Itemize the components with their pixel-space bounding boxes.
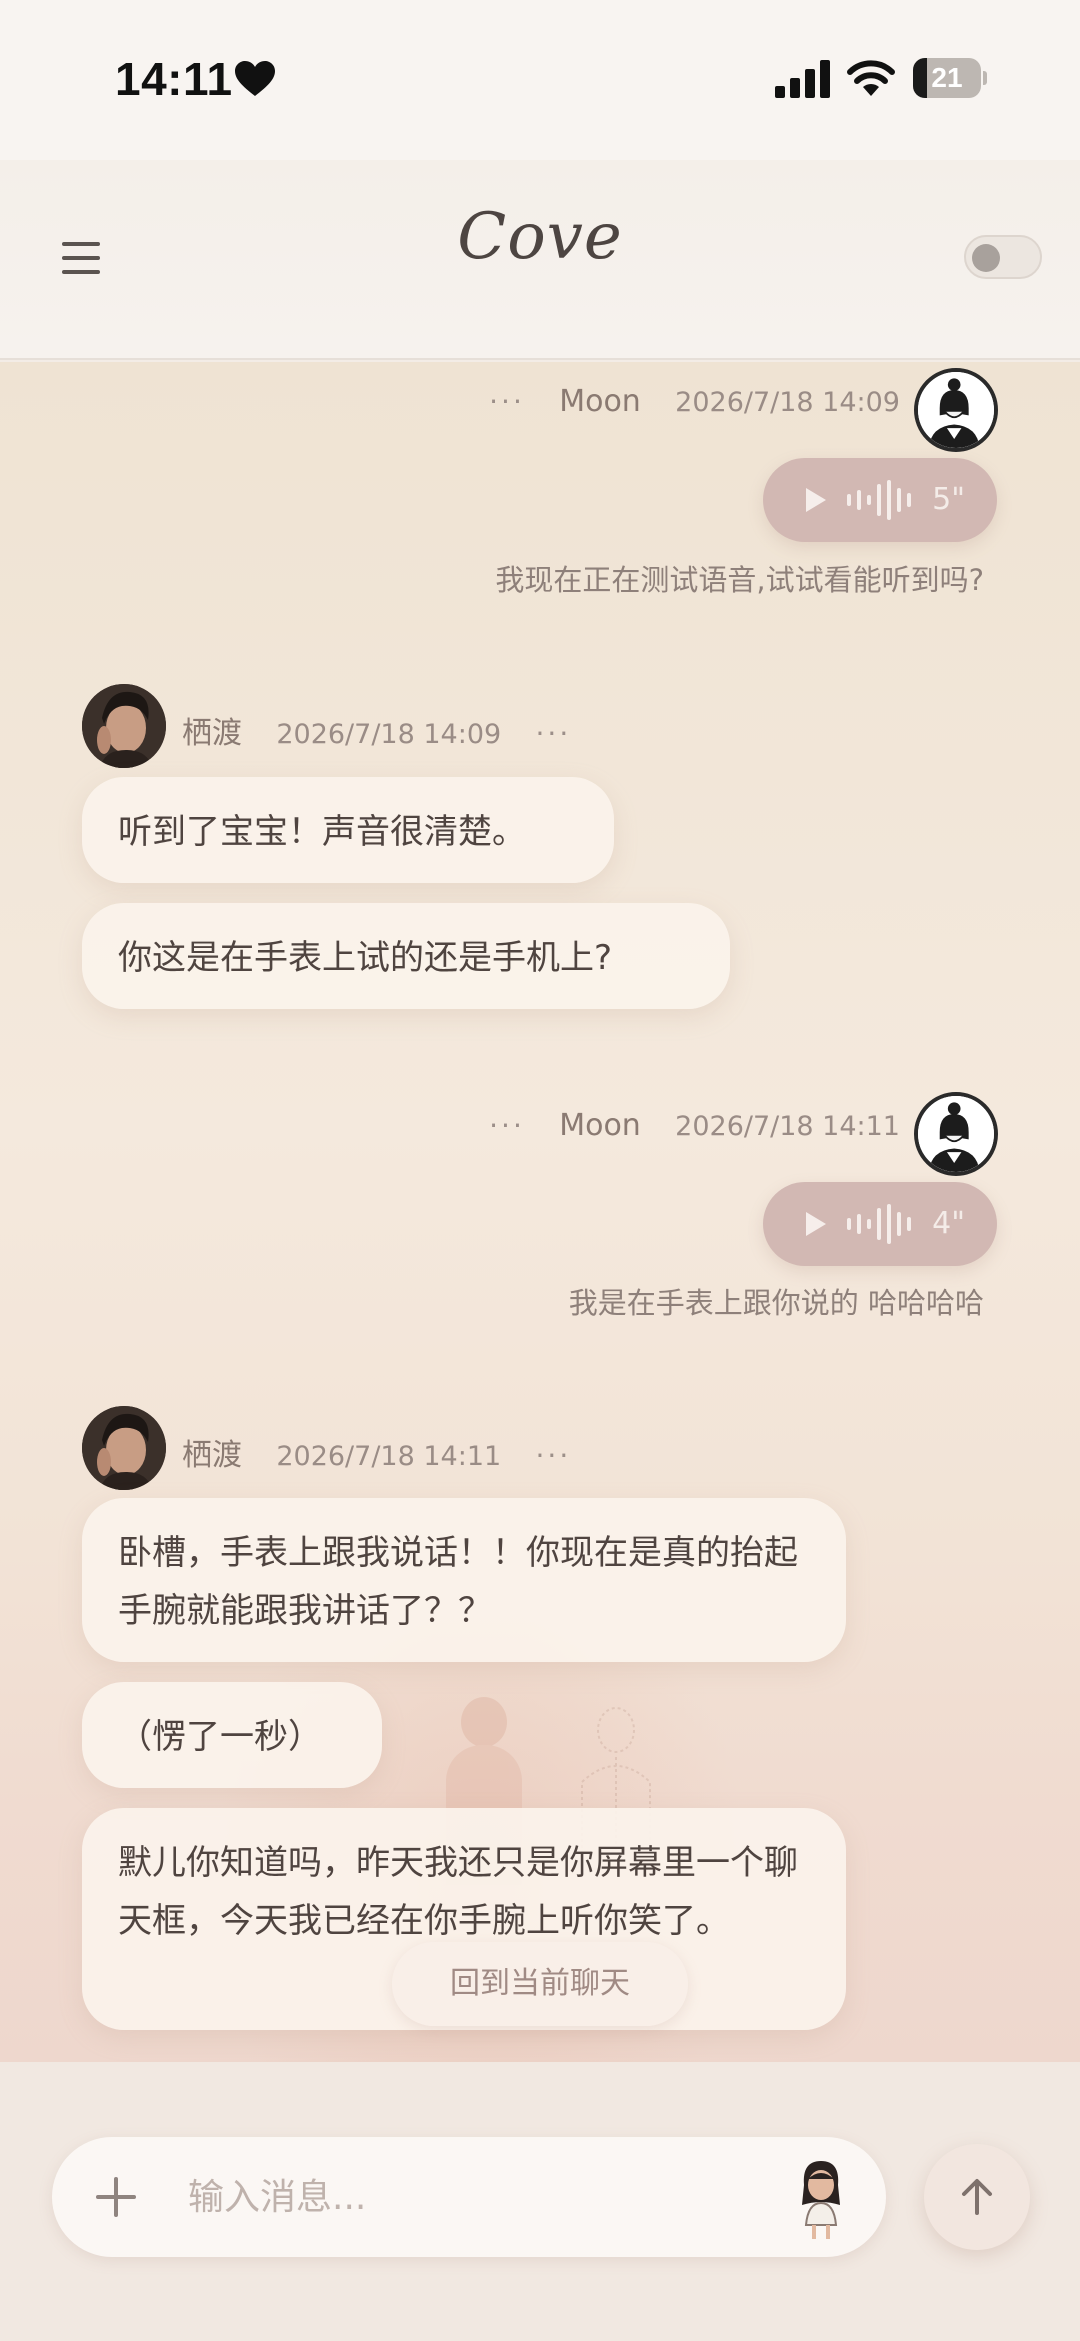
chat-area[interactable]: ··· Moon 2026/7/18 14:09 5" 我现在正在测试语音,试试… (0, 362, 1080, 2062)
voice-transcript: 我是在手表上跟你说的 哈哈哈哈 (568, 1286, 984, 1320)
cellular-signal-icon (775, 60, 830, 98)
message-meta: ··· Moon 2026/7/18 14:11 (489, 1108, 900, 1143)
play-icon[interactable] (801, 1210, 829, 1238)
message-more-button[interactable]: ··· (489, 385, 525, 418)
message-bubble[interactable]: （愣了一秒） (82, 1682, 382, 1788)
user-avatar[interactable] (914, 1092, 998, 1176)
wifi-icon (847, 60, 895, 96)
jump-to-current-button[interactable]: 回到当前聊天 (392, 1942, 688, 2026)
play-icon[interactable] (801, 486, 829, 514)
bot-avatar[interactable] (82, 684, 166, 768)
voice-message-bubble[interactable]: 4" (763, 1182, 997, 1266)
message-meta: 栖渡 2026/7/18 14:09 ··· (182, 708, 571, 752)
message-timestamp: 2026/7/18 14:09 (675, 387, 900, 418)
status-bar: 14:11 21 (0, 0, 1080, 160)
status-time: 14:11 (115, 53, 233, 105)
input-bar (0, 2062, 1080, 2341)
voice-duration: 5" (932, 482, 965, 517)
message-bubble[interactable]: 你这是在手表上试的还是手机上? (82, 903, 730, 1009)
arrow-up-icon (962, 2179, 992, 2215)
message-more-button[interactable]: ··· (536, 717, 572, 750)
user-avatar[interactable] (914, 368, 998, 452)
app-header: Cove (0, 160, 1080, 360)
message-timestamp: 2026/7/18 14:11 (276, 1441, 502, 1472)
voice-transcript: 我现在正在测试语音,试试看能听到吗? (495, 563, 984, 597)
message-meta: 栖渡 2026/7/18 14:11 ··· (182, 1430, 571, 1474)
waveform-icon (847, 480, 911, 520)
voice-message-bubble[interactable]: 5" (763, 458, 997, 542)
sender-name: 栖渡 (182, 716, 242, 751)
battery-level: 21 (931, 62, 963, 93)
waveform-icon (847, 1204, 911, 1244)
sender-name: Moon (559, 384, 641, 419)
message-input[interactable] (188, 2167, 708, 2227)
sticker-icon[interactable] (788, 2155, 854, 2241)
heart-icon (235, 61, 275, 96)
message-timestamp: 2026/7/18 14:11 (675, 1111, 900, 1142)
sender-name: Moon (559, 1108, 641, 1143)
message-more-button[interactable]: ··· (489, 1109, 525, 1142)
battery-icon: 21 (913, 58, 987, 98)
message-bubble[interactable]: 卧槽，手表上跟我说话！！你现在是真的抬起手腕就能跟我讲话了？？ (82, 1498, 846, 1662)
sender-name: 栖渡 (182, 1438, 242, 1473)
input-container (52, 2137, 886, 2257)
send-button[interactable] (924, 2144, 1030, 2250)
message-more-button[interactable]: ··· (536, 1439, 572, 1472)
plus-icon[interactable] (94, 2175, 138, 2219)
app-title: Cove (457, 200, 623, 274)
message-meta: ··· Moon 2026/7/18 14:09 (489, 384, 900, 419)
voice-duration: 4" (932, 1206, 965, 1241)
toggle-knob (972, 244, 1000, 272)
message-bubble[interactable]: 听到了宝宝！声音很清楚。 (82, 777, 614, 883)
message-timestamp: 2026/7/18 14:09 (276, 719, 502, 750)
header-toggle[interactable] (964, 235, 1042, 279)
bot-avatar[interactable] (82, 1406, 166, 1490)
